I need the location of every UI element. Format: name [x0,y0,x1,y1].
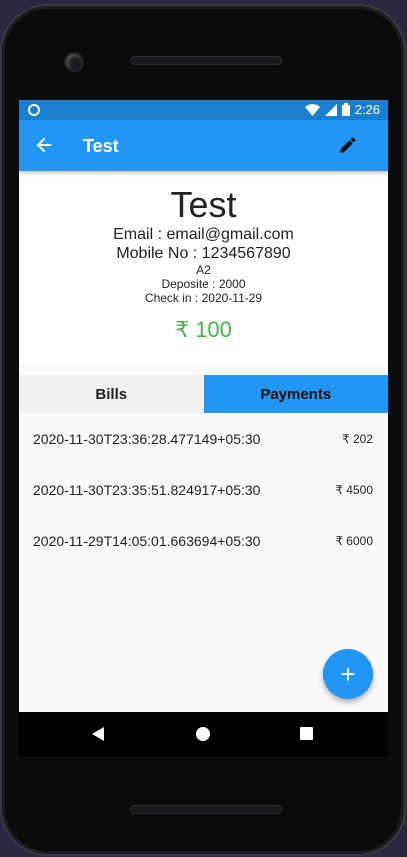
plus-icon: + [340,658,356,689]
list-item[interactable]: 2020-11-29T14:05:01.663694+05:30 ₹ 6000 [19,515,388,566]
back-arrow-icon[interactable] [33,134,55,156]
tab-payments[interactable]: Payments [203,375,388,413]
customer-room: A2 [196,263,211,277]
add-payment-button[interactable]: + [323,649,373,699]
bottom-speaker [130,805,282,814]
nav-back-icon[interactable] [92,727,104,741]
signal-icon [324,103,337,116]
customer-name: Test [170,184,237,225]
app-bar-title: Test [83,136,119,156]
payment-timestamp: 2020-11-30T23:35:51.824917+05:30 [33,481,261,498]
list-item[interactable]: 2020-11-30T23:36:28.477149+05:30 ₹ 202 [19,413,388,464]
customer-header: Test Email : email@gmail.com Mobile No :… [19,171,388,363]
edit-pencil-icon[interactable] [338,135,358,155]
list-item[interactable]: 2020-11-30T23:35:51.824917+05:30 ₹ 4500 [19,464,388,515]
nav-home-icon[interactable] [196,727,210,741]
customer-deposit: Deposite : 2000 [161,277,246,291]
payment-amount: ₹ 6000 [335,533,373,548]
customer-balance: ₹ 100 [175,317,232,342]
customer-checkin: Check in : 2020-11-29 [144,291,263,305]
notification-icon [28,104,40,116]
app-bar: Test [19,120,388,171]
customer-mobile: Mobile No : 1234567890 [116,245,291,262]
tab-bills[interactable]: Bills [19,375,204,413]
battery-icon [341,103,350,116]
app-screen: 2:26 Test Test Email : email@gmail.com M… [19,100,388,712]
payments-list: 2020-11-30T23:36:28.477149+05:30 ₹ 202 2… [19,413,388,566]
wifi-icon [304,103,320,116]
front-camera [66,54,82,70]
top-speaker [130,56,282,65]
payment-amount: ₹ 202 [342,431,373,446]
payment-timestamp: 2020-11-30T23:36:28.477149+05:30 [33,430,261,447]
payment-timestamp: 2020-11-29T14:05:01.663694+05:30 [33,532,261,549]
customer-email: Email : email@gmail.com [113,226,294,243]
tab-bar: Bills Payments [19,375,388,413]
system-nav-bar [19,712,388,756]
status-time: 2:26 [354,102,380,117]
payment-amount: ₹ 4500 [335,482,373,497]
nav-recents-icon[interactable] [300,727,313,740]
status-bar: 2:26 [19,100,388,120]
